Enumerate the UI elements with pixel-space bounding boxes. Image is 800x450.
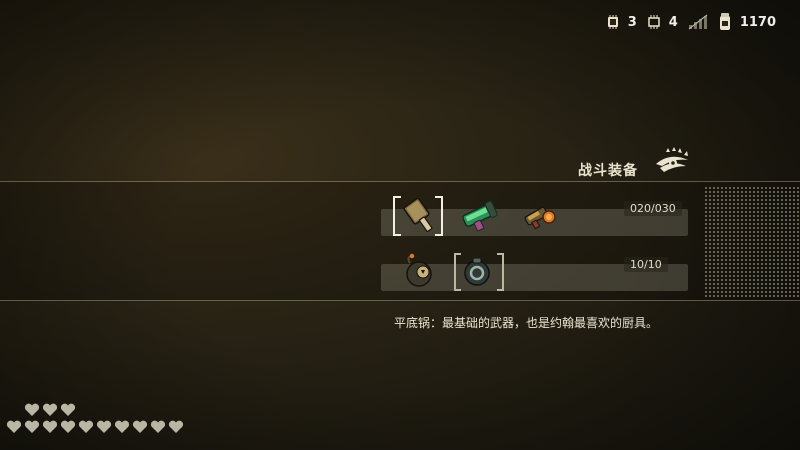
- frying-pan-icon: [403, 197, 433, 232]
- heart-icon: [42, 420, 58, 434]
- heart-icon: [60, 403, 76, 417]
- microchip-icon: [647, 15, 661, 29]
- divider-bottom: [0, 300, 800, 301]
- heart-icon: [96, 420, 112, 434]
- green-blaster-icon: [462, 200, 498, 232]
- feathered-eye-emblem-icon: [652, 146, 692, 178]
- heart-icon: [6, 420, 22, 434]
- bomb-slot[interactable]: [398, 251, 442, 291]
- heart-icon: [42, 403, 58, 417]
- heart-icon: [24, 403, 40, 417]
- green-blaster-slot[interactable]: [457, 195, 501, 235]
- heart-icon: [168, 420, 184, 434]
- heart-icon: [150, 420, 166, 434]
- weapon-count: 020/030: [624, 201, 682, 216]
- heart-icon: [78, 420, 94, 434]
- signal-icon: [688, 14, 708, 30]
- flamethrower-slot[interactable]: [517, 195, 561, 235]
- hud-chip-b-count: 4: [668, 14, 678, 30]
- ring-bomb-icon: [464, 257, 490, 286]
- flamethrower-icon: [524, 206, 556, 230]
- item-description: 平底锅：最基础的武器，也是约翰最喜欢的厨具。: [394, 316, 659, 330]
- chip-icon: [606, 15, 620, 29]
- hud-chip-b: 4: [647, 15, 678, 30]
- ring-bomb-slot[interactable]: [455, 251, 499, 291]
- frying-pan-slot[interactable]: [396, 195, 440, 235]
- hud-money-value: 1170: [739, 14, 776, 30]
- divider-top: [0, 181, 800, 182]
- heart-icon: [60, 420, 76, 434]
- dot-grid-panel: [704, 186, 800, 298]
- hud-money: 1170: [718, 13, 776, 31]
- hud-signal: [688, 14, 708, 30]
- salt-jar-icon: [718, 13, 732, 31]
- top-hud: 3 4 1170: [606, 10, 776, 34]
- hud-chip-a-count: 3: [627, 14, 637, 30]
- section-title: 战斗装备: [578, 163, 638, 179]
- heart-icon: [114, 420, 130, 434]
- heart-icon: [132, 420, 148, 434]
- tool-count: 10/10: [624, 257, 668, 272]
- heart-icon: [24, 420, 40, 434]
- health-hearts-bottom: [6, 419, 186, 438]
- bomb-icon: [406, 253, 432, 287]
- hud-chip-a: 3: [606, 15, 637, 30]
